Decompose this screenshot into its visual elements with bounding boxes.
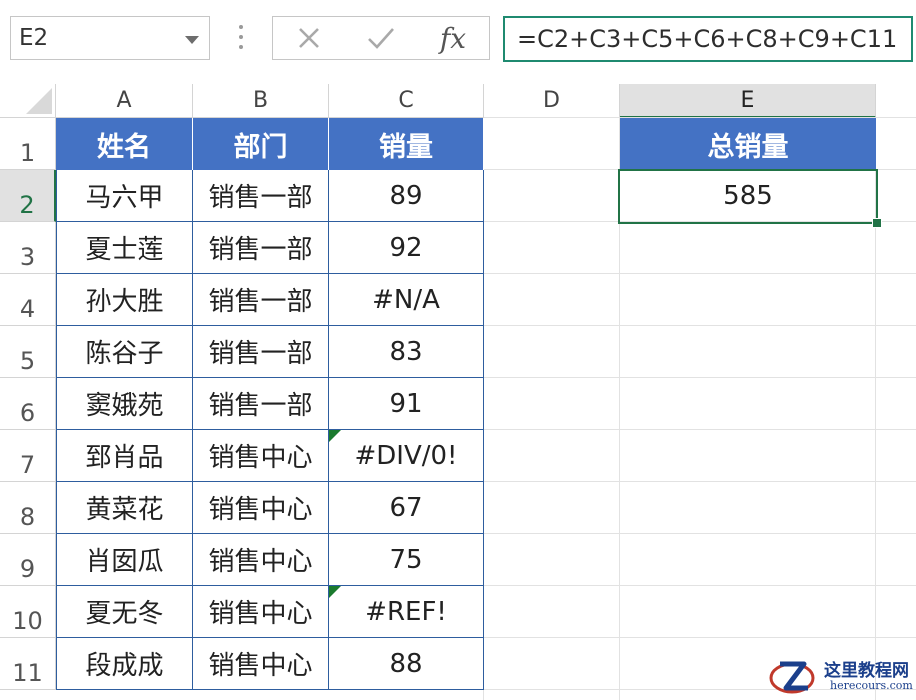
- table-cell[interactable]: 销售中心: [193, 482, 329, 534]
- table-cell[interactable]: 孙大胜: [56, 274, 193, 326]
- table-cell[interactable]: 88: [329, 638, 484, 690]
- table-cell[interactable]: 夏士莲: [56, 222, 193, 274]
- gridline: [484, 533, 916, 534]
- row-header-7[interactable]: 7: [0, 430, 56, 482]
- column-header-a[interactable]: A: [56, 84, 193, 118]
- row-header-11[interactable]: 11: [0, 638, 56, 690]
- row-header-1[interactable]: 1: [0, 118, 56, 170]
- table-cell[interactable]: 销售中心: [193, 638, 329, 690]
- row-header-5[interactable]: 5: [0, 326, 56, 378]
- row-header-10[interactable]: 10: [0, 586, 56, 638]
- table-cell[interactable]: 销售中心: [193, 430, 329, 482]
- table-cell[interactable]: 销售中心: [193, 586, 329, 638]
- table-cell[interactable]: 段成成: [56, 638, 193, 690]
- table-cell[interactable]: 91: [329, 378, 484, 430]
- column-header-e[interactable]: E: [620, 84, 876, 118]
- table-cell[interactable]: 郅肖品: [56, 430, 193, 482]
- chevron-down-icon[interactable]: [185, 36, 199, 44]
- error-indicator-icon: [329, 586, 341, 598]
- close-icon[interactable]: [287, 21, 331, 55]
- formula-text: =C2+C3+C5+C6+C8+C9+C11: [517, 25, 898, 53]
- name-box-value: E2: [19, 25, 49, 51]
- insert-function-button[interactable]: fx: [431, 21, 475, 55]
- error-indicator-icon: [329, 430, 341, 442]
- table-cell[interactable]: 67: [329, 482, 484, 534]
- formula-bar: E2 fx =C2+C3+C5+C6+C8+C9+C11: [0, 0, 916, 80]
- table-cell[interactable]: 销售一部: [193, 170, 329, 222]
- row-header-2[interactable]: 2: [0, 170, 56, 222]
- watermark-domain: herecours.com: [830, 679, 913, 692]
- check-icon[interactable]: [359, 21, 403, 55]
- table-cell[interactable]: 销售中心: [193, 534, 329, 586]
- fx-label: fx: [439, 21, 467, 55]
- select-all-button[interactable]: [0, 84, 56, 118]
- column-header-b[interactable]: B: [193, 84, 329, 118]
- table-header-department[interactable]: 部门: [193, 118, 329, 170]
- table-cell[interactable]: 窦娥苑: [56, 378, 193, 430]
- table-cell[interactable]: 马六甲: [56, 170, 193, 222]
- row-header-3[interactable]: 3: [0, 222, 56, 274]
- column-header-f[interactable]: [876, 84, 916, 118]
- row-header-6[interactable]: 6: [0, 378, 56, 430]
- table-cell[interactable]: 黄菜花: [56, 482, 193, 534]
- table-cell[interactable]: 75: [329, 534, 484, 586]
- more-options-icon[interactable]: [238, 25, 244, 51]
- formula-buttons: fx: [272, 16, 490, 60]
- table-cell[interactable]: 89: [329, 170, 484, 222]
- table-cell[interactable]: #DIV/0!: [329, 430, 484, 482]
- fill-handle[interactable]: [872, 218, 882, 228]
- gridline: [484, 429, 916, 430]
- table-cell[interactable]: #REF!: [329, 586, 484, 638]
- gridline: [484, 637, 916, 638]
- summary-header[interactable]: 总销量: [620, 118, 876, 170]
- row-header-9[interactable]: 9: [0, 534, 56, 586]
- watermark: 这里教程网 herecours.com: [768, 652, 916, 700]
- row-header-8[interactable]: 8: [0, 482, 56, 534]
- table-header-name[interactable]: 姓名: [56, 118, 193, 170]
- table-cell[interactable]: 夏无冬: [56, 586, 193, 638]
- table-cell[interactable]: 销售一部: [193, 274, 329, 326]
- site-logo-icon: [769, 661, 815, 694]
- row-header-4[interactable]: 4: [0, 274, 56, 326]
- table-cell[interactable]: 陈谷子: [56, 326, 193, 378]
- selected-cell-e2[interactable]: [618, 169, 878, 224]
- gridline: [484, 585, 916, 586]
- gridline: [484, 273, 916, 274]
- table-header-sales[interactable]: 销量: [329, 118, 484, 170]
- gridline: [484, 377, 916, 378]
- column-header-c[interactable]: C: [329, 84, 484, 118]
- table-cell[interactable]: 销售一部: [193, 222, 329, 274]
- gridline: [484, 325, 916, 326]
- table-cell[interactable]: #N/A: [329, 274, 484, 326]
- watermark-site-name: 这里教程网: [824, 661, 909, 681]
- column-header-d[interactable]: D: [484, 84, 620, 118]
- gridline: [484, 481, 916, 482]
- name-box[interactable]: E2: [10, 16, 210, 60]
- formula-input[interactable]: =C2+C3+C5+C6+C8+C9+C11: [503, 16, 913, 62]
- table-cell[interactable]: 销售一部: [193, 326, 329, 378]
- table-cell[interactable]: 92: [329, 222, 484, 274]
- table-cell[interactable]: 肖囡瓜: [56, 534, 193, 586]
- table-cell[interactable]: 83: [329, 326, 484, 378]
- table-cell[interactable]: 销售一部: [193, 378, 329, 430]
